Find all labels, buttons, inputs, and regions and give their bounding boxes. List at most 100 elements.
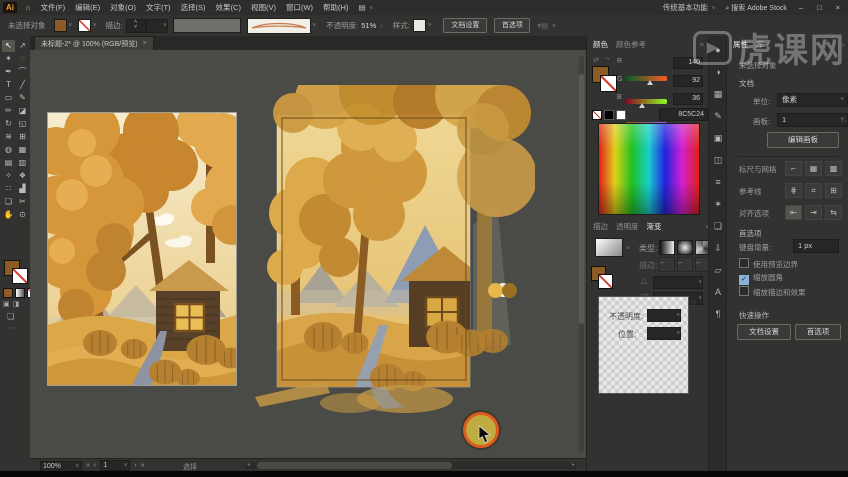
lasso-tool[interactable]: ◌ xyxy=(16,53,29,65)
toolbar-stroke-proxy[interactable] xyxy=(12,268,28,284)
eyedropper-tool[interactable]: ✧ xyxy=(2,170,15,182)
pathfinder-panel-icon[interactable]: ◫ xyxy=(711,154,725,167)
next-artboard-arrow[interactable]: › xyxy=(845,116,848,125)
screen-mode-icon[interactable]: ❑ xyxy=(7,312,14,321)
symbol-sprayer-tool[interactable]: ∷ xyxy=(2,183,15,195)
grid-icon[interactable]: ▦ xyxy=(805,161,822,176)
canvas[interactable] xyxy=(30,50,586,458)
hand-tool[interactable]: ✋ xyxy=(2,209,15,221)
prev-artboard-icon[interactable]: ‹ xyxy=(94,462,96,469)
menu-item-7[interactable]: 窗口(W) xyxy=(281,2,318,13)
snap-glyph-icon[interactable]: ⇆ xyxy=(825,205,842,220)
curvature-tool[interactable]: ⌒ xyxy=(16,66,29,78)
draw-behind-icon[interactable]: ◨ xyxy=(13,300,20,308)
pen-tool[interactable]: ✒ xyxy=(2,66,15,78)
menu-item-0[interactable]: 文件(F) xyxy=(36,2,71,13)
canvas-hscrollbar[interactable]: ◂ ▸ xyxy=(245,462,577,469)
draw-normal-icon[interactable]: ▣ xyxy=(3,300,10,308)
width-profile-preview[interactable] xyxy=(173,18,241,33)
color-panel-menu-icon[interactable]: ≡ xyxy=(700,40,704,49)
color-panel-icon[interactable]: ● xyxy=(711,44,725,57)
next-artboard-icon[interactable]: › xyxy=(134,462,136,469)
channel-g-value[interactable]: 92 xyxy=(673,75,703,87)
rectangle-tool[interactable]: ▭ xyxy=(2,92,15,104)
smart-guides-icon[interactable]: ⊞ xyxy=(825,183,842,198)
tab-color-guide[interactable]: 颜色参考 xyxy=(616,39,646,50)
channel-r-value[interactable]: 140 xyxy=(673,57,703,69)
edit-artboard-button[interactable]: 编辑画板 xyxy=(767,132,839,148)
unit-dropdown[interactable]: 像素˅ xyxy=(777,93,848,107)
gradient-tool[interactable]: ▥ xyxy=(16,157,29,169)
stroke-along-button[interactable]: ⌐ xyxy=(677,257,693,272)
layers-panel-icon[interactable]: ❏ xyxy=(711,220,725,233)
brushes-panel-icon[interactable]: ✎ xyxy=(711,110,725,123)
character-panel-icon[interactable]: A xyxy=(711,286,725,299)
panel-stroke-proxy[interactable] xyxy=(600,75,617,92)
snap-pixel-icon[interactable]: ⇥ xyxy=(805,205,822,220)
props-document-setup-button[interactable]: 文档设置 xyxy=(737,324,791,340)
keyboard-increment-field[interactable]: 1 px xyxy=(793,239,839,253)
selection-tool[interactable]: ↖ xyxy=(2,40,15,52)
default-colors-icon[interactable]: ¬ xyxy=(605,56,609,63)
tab-color[interactable]: 颜色 xyxy=(593,39,608,50)
gradient-button[interactable] xyxy=(15,288,25,298)
gradient-preview-swatch[interactable] xyxy=(595,238,623,257)
tab-library[interactable]: 库 xyxy=(756,39,764,50)
artboards-panel-icon[interactable]: ▱ xyxy=(711,264,725,277)
panel-options-icon[interactable]: ▾▤ ˅ xyxy=(537,21,555,30)
magic-wand-tool[interactable]: ✶ xyxy=(2,53,15,65)
style-swatch[interactable] xyxy=(413,19,426,32)
opacity-value[interactable]: 51% xyxy=(361,21,376,30)
scale-strokes-checkbox[interactable]: 缩放描边和效果 xyxy=(739,286,806,298)
prev-artboard-arrow[interactable]: ‹ xyxy=(841,116,844,125)
pencil-tool[interactable]: ✏ xyxy=(2,105,15,117)
shape-builder-tool[interactable]: ◍ xyxy=(2,144,15,156)
artboard-number-dropdown[interactable]: 1˅ xyxy=(100,460,130,471)
first-artboard-icon[interactable]: « xyxy=(86,462,90,469)
home-icon[interactable]: ⌂ xyxy=(21,3,36,12)
arrange-documents-icon[interactable]: ▤ ˅ xyxy=(353,3,378,12)
zoom-tool[interactable]: ⊙ xyxy=(16,209,29,221)
transform-panel-icon[interactable]: ▣ xyxy=(711,132,725,145)
snap-point-icon[interactable]: ⇤ xyxy=(785,205,802,220)
scale-tool[interactable]: ◱ xyxy=(16,118,29,130)
stock-search[interactable]: ⌕ 搜索 Adobe Stock xyxy=(720,3,792,13)
artboard-tool[interactable]: ❏ xyxy=(2,196,15,208)
tab-gradient[interactable]: 渐变 xyxy=(647,221,662,232)
lock-guides-icon[interactable]: ⌗ xyxy=(805,183,822,198)
perspective-grid-tool[interactable]: ▦ xyxy=(16,144,29,156)
eraser-tool[interactable]: ◪ xyxy=(16,105,29,117)
gradient-ramp-area[interactable]: 不透明度: ˅ 位置: ˅ xyxy=(598,296,689,394)
color-button[interactable] xyxy=(3,288,13,298)
tab-transparency[interactable]: 透明度 xyxy=(616,221,639,232)
document-setup-button[interactable]: 文档设置 xyxy=(443,18,487,33)
column-graph-tool[interactable]: ▟ xyxy=(16,183,29,195)
gradient-preset-caret[interactable]: ˅ xyxy=(626,246,630,252)
menu-item-6[interactable]: 视图(V) xyxy=(246,2,281,13)
channel-g-thumb[interactable] xyxy=(639,103,645,108)
channel-r-slider[interactable] xyxy=(625,76,667,81)
menu-item-5[interactable]: 效果(C) xyxy=(211,2,246,13)
show-guides-icon[interactable]: ⋕ xyxy=(785,183,802,198)
gradient-angle-dropdown[interactable]: ˅ xyxy=(653,276,703,289)
collapse-panels-icon[interactable]: » xyxy=(841,40,845,49)
brush-definition-preview[interactable] xyxy=(247,18,311,34)
artboard-2-artwork[interactable] xyxy=(255,85,535,415)
asset-export-panel-icon[interactable]: ⇩ xyxy=(711,242,725,255)
ramp-opacity-dropdown[interactable]: ˅ xyxy=(647,309,681,322)
paintbrush-tool[interactable]: ✎ xyxy=(16,92,29,104)
rulers-icon[interactable]: ⌐ xyxy=(785,161,802,176)
channel-b-value[interactable]: 36 xyxy=(673,93,703,105)
rotate-tool[interactable]: ↻ xyxy=(2,118,15,130)
align-panel-icon[interactable]: ≡ xyxy=(711,176,725,189)
artboard-1-artwork[interactable] xyxy=(48,113,236,385)
tab-stroke[interactable]: 描边 xyxy=(593,221,608,232)
menu-item-4[interactable]: 选择(S) xyxy=(176,2,211,13)
artboard-dropdown[interactable]: 1˅ xyxy=(777,113,848,127)
fill-color-swatch[interactable] xyxy=(54,19,67,32)
menu-item-1[interactable]: 编辑(E) xyxy=(70,2,105,13)
floating-shape-pill[interactable] xyxy=(488,283,518,298)
slice-tool[interactable]: ✂ xyxy=(16,196,29,208)
stroke-within-button[interactable]: ⌐ xyxy=(659,257,675,272)
vscroll-thumb[interactable] xyxy=(579,74,584,324)
